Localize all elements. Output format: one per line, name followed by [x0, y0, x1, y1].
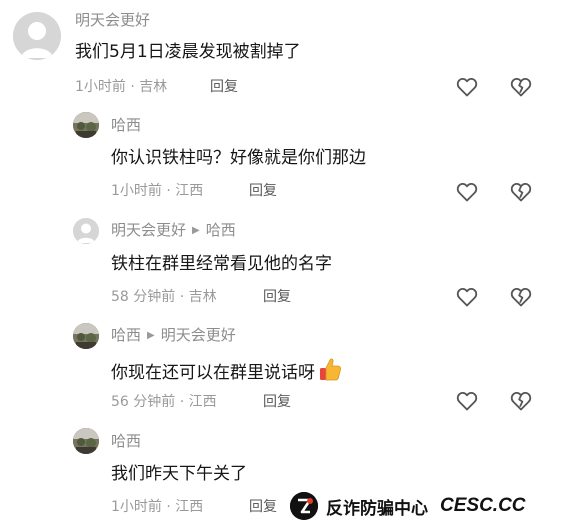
- heart-outline-icon[interactable]: [455, 75, 479, 99]
- comment-username[interactable]: 哈西: [111, 431, 141, 451]
- comment-time-location: 1小时前 · 江西: [111, 499, 204, 515]
- comment-text: 我们昨天下午关了: [111, 464, 247, 484]
- reply-button[interactable]: 回复: [249, 181, 277, 201]
- comment-text: 你现在还可以在群里说话呀: [111, 356, 343, 389]
- reply-button[interactable]: 回复: [210, 77, 238, 97]
- reply-button[interactable]: 回复: [249, 497, 277, 517]
- broken-heart-icon[interactable]: [509, 75, 533, 99]
- avatar[interactable]: [13, 12, 61, 60]
- watermark: 反诈防骗中心 CESC.CC: [290, 490, 532, 522]
- comment-username[interactable]: 明天会更好: [75, 10, 150, 30]
- user-photo-icon: [73, 428, 99, 454]
- avatar[interactable]: [73, 428, 99, 454]
- heart-outline-icon[interactable]: [455, 389, 479, 413]
- comment-thread: 明天会更好 我们5月1日凌晨发现被割掉了 1小时前 · 吉林 回复 哈西 你认识…: [0, 0, 561, 530]
- comment-item: 明天会更好 我们5月1日凌晨发现被割掉了 1小时前 · 吉林 回复: [0, 0, 561, 110]
- watermark-site: CESC.CC: [440, 495, 526, 516]
- broken-heart-icon[interactable]: [509, 285, 533, 309]
- thumbs-up-emoji: [317, 356, 343, 389]
- avatar[interactable]: [73, 112, 99, 138]
- reply-button[interactable]: 回复: [263, 392, 291, 412]
- watermark-text: 反诈防骗中心: [326, 498, 428, 519]
- comment-username[interactable]: 哈西 ▶ 明天会更好: [111, 325, 236, 346]
- comment-time-location: 1小时前 · 吉林: [75, 79, 168, 95]
- reply-arrow-icon: ▶: [147, 330, 155, 341]
- reply-arrow-icon: ▶: [192, 225, 200, 236]
- default-avatar-icon: [73, 218, 99, 244]
- comment-text: 铁柱在群里经常看见他的名字: [111, 254, 332, 274]
- comment-time-location: 1小时前 · 江西: [111, 183, 204, 199]
- user-photo-icon: [73, 112, 99, 138]
- broken-heart-icon[interactable]: [509, 389, 533, 413]
- reply-to-username[interactable]: 哈西: [206, 221, 236, 239]
- heart-outline-icon[interactable]: [455, 285, 479, 309]
- reply-item: 哈西 你认识铁柱吗？好像就是你们那边 1小时前 · 江西 回复: [0, 110, 561, 215]
- comment-time-location: 58 分钟前 · 吉林: [111, 289, 217, 305]
- comment-username[interactable]: 明天会更好 ▶ 哈西: [111, 220, 236, 241]
- avatar[interactable]: [73, 323, 99, 349]
- comment-time-location: 56 分钟前 · 江西: [111, 394, 217, 410]
- comment-username[interactable]: 哈西: [111, 115, 141, 135]
- watermark-logo-icon: [290, 492, 318, 520]
- comment-text: 你认识铁柱吗？好像就是你们那边: [111, 148, 366, 168]
- broken-heart-icon[interactable]: [509, 180, 533, 204]
- reply-item: 哈西 ▶ 明天会更好 你现在还可以在群里说话呀 56 分钟前 · 江西 回复: [0, 320, 561, 425]
- user-photo-icon: [73, 323, 99, 349]
- avatar[interactable]: [73, 218, 99, 244]
- reply-to-username[interactable]: 明天会更好: [161, 326, 236, 344]
- heart-outline-icon[interactable]: [455, 180, 479, 204]
- reply-button[interactable]: 回复: [263, 287, 291, 307]
- reply-item: 明天会更好 ▶ 哈西 铁柱在群里经常看见他的名字 58 分钟前 · 吉林 回复: [0, 215, 561, 320]
- comment-text: 我们5月1日凌晨发现被割掉了: [75, 42, 301, 62]
- default-avatar-icon: [13, 12, 61, 60]
